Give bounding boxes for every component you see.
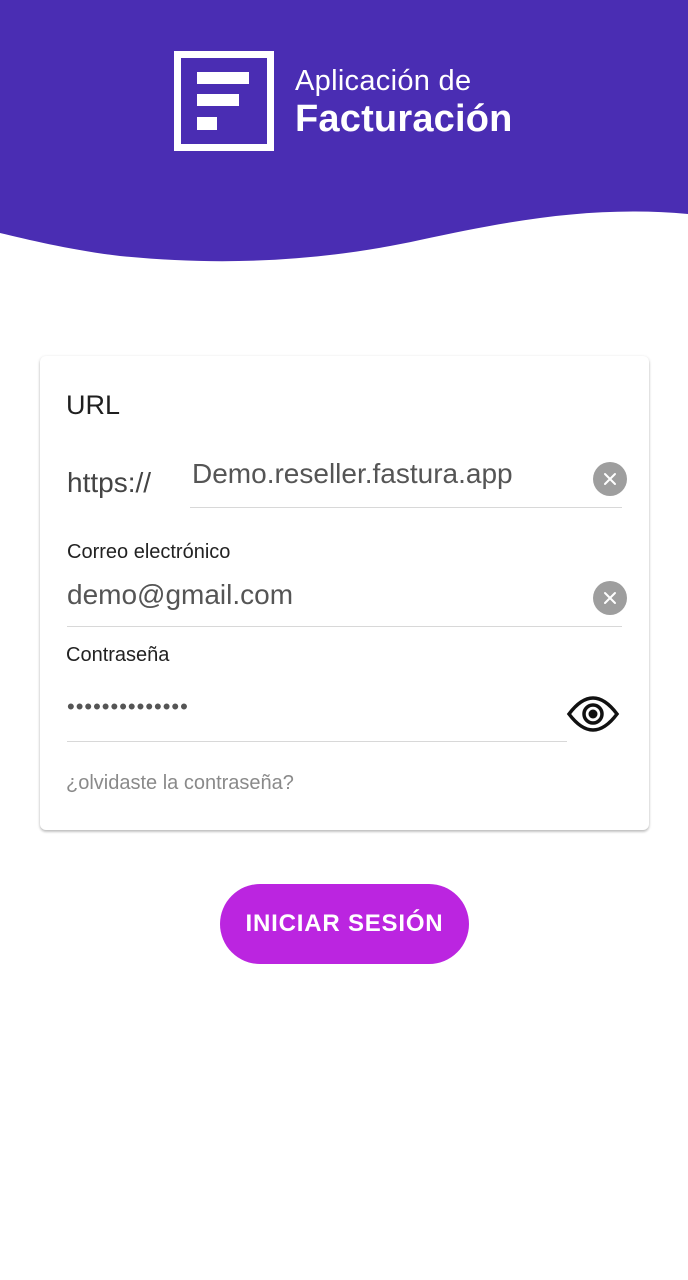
email-input-value[interactable]: demo@gmail.com: [67, 579, 293, 611]
url-prefix: https://: [67, 467, 152, 498]
close-icon: [604, 473, 616, 485]
url-label: URL: [66, 390, 121, 420]
password-input-value[interactable]: ••••••••••••••: [67, 694, 189, 720]
forgot-password-link[interactable]: ¿olvidaste la contraseña?: [66, 772, 294, 795]
brand-subtitle: Aplicación de: [295, 65, 472, 97]
close-icon: [604, 592, 616, 604]
header-banner: Aplicación de Facturación: [0, 0, 688, 270]
email-field[interactable]: demo@gmail.com: [67, 569, 627, 627]
password-label: Contraseña: [66, 644, 170, 666]
brand-title: Facturación: [295, 98, 513, 140]
app-brand: Aplicación de Facturación: [295, 64, 513, 140]
login-screen: Aplicación de Facturación URL https:// D…: [0, 0, 688, 1280]
url-field[interactable]: Demo.reseller.fastura.app: [190, 448, 627, 508]
invoice-logo-icon: [174, 51, 274, 151]
eye-icon: [566, 696, 620, 732]
password-field[interactable]: ••••••••••••••: [67, 678, 567, 742]
url-clear-button[interactable]: [593, 462, 627, 496]
email-label: Correo electrónico: [67, 541, 231, 563]
url-input-value[interactable]: Demo.reseller.fastura.app: [192, 458, 513, 490]
email-clear-button[interactable]: [593, 581, 627, 615]
login-card: URL https:// Demo.reseller.fastura.app C…: [40, 356, 649, 830]
toggle-password-visibility-button[interactable]: [566, 694, 620, 734]
login-button[interactable]: INICIAR SESIÓN: [220, 884, 469, 964]
